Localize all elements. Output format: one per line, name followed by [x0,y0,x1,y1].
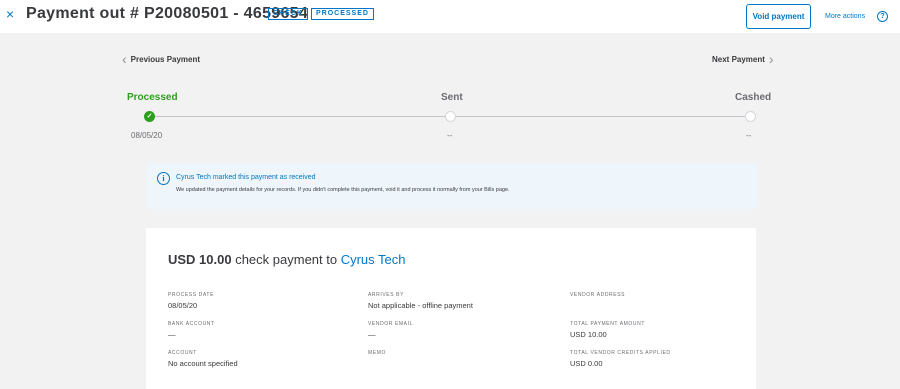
step-label-processed: Processed [127,92,178,103]
notice-body: We updated the payment details for your … [176,187,510,193]
total-vendor-credits-value: USD 0.00 [570,359,603,368]
more-actions-link[interactable]: More actions [825,13,865,20]
vendor-email-label: VENDOR EMAIL [368,321,413,327]
step-dot-cashed [745,111,756,122]
vendor-link[interactable]: Cyrus Tech [341,252,406,267]
step-label-cashed: Cashed [735,92,772,103]
notice-title: Cyrus Tech marked this payment as receiv… [176,174,316,181]
step-date-processed: 08/05/20 [131,131,163,140]
payment-amount: USD 10.00 [168,252,232,267]
previous-payment-link[interactable]: ‹ Previous Payment [122,52,200,66]
page-title: Payment out # P20080501 - 4659654 [26,5,309,22]
arrives-by-value: Not applicable - offline payment [368,301,473,310]
page-header: × Payment out # P20080501 - 4659654 CHEC… [0,0,900,33]
chevron-right-icon: › [768,51,774,67]
total-payment-amount-value: USD 10.00 [570,330,607,339]
next-payment-link[interactable]: Next Payment › [712,52,774,66]
void-payment-button[interactable]: Void payment [746,4,811,29]
account-label: ACCOUNT [168,350,197,356]
arrives-by-label: ARRIVES BY [368,292,405,298]
check-icon: ✓ [144,111,155,122]
vendor-address-label: VENDOR ADDRESS [570,292,626,298]
close-icon[interactable]: × [6,6,14,22]
total-vendor-credits-label: TOTAL VENDOR CREDITS APPLIED [570,350,671,356]
memo-label: MEMO [368,350,386,356]
check-badge: CHECK [268,8,308,20]
payment-summary-heading: USD 10.00 check payment to Cyrus Tech [168,252,406,267]
info-banner: i Cyrus Tech marked this payment as rece… [146,163,757,209]
help-icon[interactable]: ? [877,11,888,22]
step-date-cashed: -- [746,131,752,140]
previous-payment-label: Previous Payment [130,54,201,64]
status-badge: PROCESSED [311,8,374,20]
total-payment-amount-label: TOTAL PAYMENT AMOUNT [570,321,645,327]
vendor-email-value: — [368,330,376,339]
chevron-left-icon: ‹ [122,51,127,67]
next-payment-label: Next Payment [712,54,765,64]
payment-details-card: USD 10.00 check payment to Cyrus Tech PR… [146,228,756,389]
process-date-label: PROCESS DATE [168,292,215,298]
step-dot-sent [445,111,456,122]
info-icon: i [157,172,170,185]
bank-account-value: — [168,330,176,339]
process-date-value: 08/05/20 [168,301,198,310]
step-date-sent: -- [447,131,453,140]
payment-method-text: check payment to [231,252,341,267]
step-label-sent: Sent [441,92,463,103]
bank-account-label: BANK ACCOUNT [168,321,215,327]
account-value: No account specified [168,359,238,368]
